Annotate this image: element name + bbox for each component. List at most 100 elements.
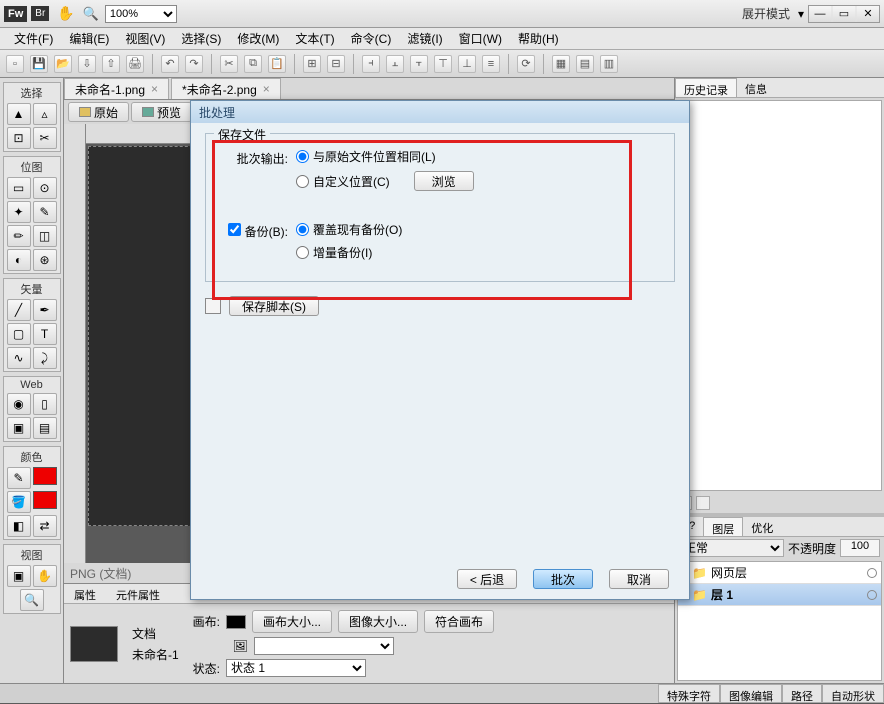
maximize-button[interactable]: ▭ <box>833 6 855 22</box>
eraser-tool[interactable]: ◫ <box>33 225 57 247</box>
subselect-tool[interactable]: ▵ <box>33 103 57 125</box>
info-tab[interactable]: 信息 <box>737 78 775 97</box>
backup-checkbox[interactable]: 备份(B): <box>228 225 288 239</box>
symbol-props-tab[interactable]: 元件属性 <box>106 584 170 603</box>
save-script-button[interactable]: 保存脚本(S) <box>229 296 319 316</box>
rotate-icon[interactable]: ⟳ <box>517 55 535 73</box>
hide-tool[interactable]: ▣ <box>7 417 31 439</box>
rect-tool[interactable]: ▢ <box>7 323 31 345</box>
opacity-value[interactable]: 100 <box>840 539 880 557</box>
layer-row-web[interactable]: ▾ 📁 网页层 <box>678 562 881 584</box>
export-icon[interactable]: ⇧ <box>102 55 120 73</box>
menu-select[interactable]: 选择(S) <box>173 27 229 50</box>
backup-incr-radio[interactable]: 增量备份(I) <box>296 244 402 261</box>
group-icon[interactable]: ⊞ <box>303 55 321 73</box>
zoom-select[interactable]: 100% <box>105 5 177 23</box>
screen-mode[interactable]: ▣ <box>7 565 31 587</box>
freeform-tool[interactable]: ∿ <box>7 347 31 369</box>
menu-view[interactable]: 视图(V) <box>117 27 173 50</box>
fit-canvas-button[interactable]: 符合画布 <box>424 610 494 633</box>
wand-tool[interactable]: ✦ <box>7 201 31 223</box>
output-same-radio[interactable]: 与原始文件位置相同(L) <box>296 148 474 165</box>
canvas-size-button[interactable]: 画布大小... <box>252 610 332 633</box>
arrange3-icon[interactable]: ▥ <box>600 55 618 73</box>
visibility-icon[interactable] <box>867 590 877 600</box>
brush-tool[interactable]: ✎ <box>33 201 57 223</box>
cut-icon[interactable]: ✂ <box>220 55 238 73</box>
optimize-tab[interactable]: 优化 <box>743 517 781 536</box>
swap-colors[interactable]: ⇄ <box>33 515 57 537</box>
undo-icon[interactable]: ↶ <box>161 55 179 73</box>
menu-help[interactable]: 帮助(H) <box>510 27 567 50</box>
browse-button[interactable]: 浏览 <box>414 171 474 191</box>
menu-window[interactable]: 窗口(W) <box>451 27 510 50</box>
import-icon[interactable]: ⇩ <box>78 55 96 73</box>
save-icon[interactable]: 💾 <box>30 55 48 73</box>
show-tool[interactable]: ▤ <box>33 417 57 439</box>
history-tab[interactable]: 历史记录 <box>675 78 737 97</box>
close-tab-icon[interactable]: × <box>151 82 158 96</box>
align5-icon[interactable]: ⊥ <box>458 55 476 73</box>
view-preview[interactable]: 预览 <box>131 102 192 122</box>
menu-commands[interactable]: 命令(C) <box>343 27 400 50</box>
open-icon[interactable]: 📂 <box>54 55 72 73</box>
gif-select[interactable] <box>254 637 394 655</box>
fill-color[interactable]: 🪣 <box>7 491 31 513</box>
menu-edit[interactable]: 编辑(E) <box>61 27 117 50</box>
arrange1-icon[interactable]: ▦ <box>552 55 570 73</box>
zoom-tool-icon[interactable]: 🔍 <box>83 6 99 22</box>
image-edit-tab[interactable]: 图像编辑 <box>720 684 782 703</box>
hotspot-tool[interactable]: ◉ <box>7 393 31 415</box>
blend-mode-select[interactable]: 正常 <box>679 539 784 557</box>
batch-button[interactable]: 批次 <box>533 569 593 589</box>
back-button[interactable]: < 后退 <box>457 569 517 589</box>
align4-icon[interactable]: ⊤ <box>434 55 452 73</box>
zoom-view[interactable]: 🔍 <box>20 589 44 611</box>
props-tab[interactable]: 属性 <box>64 584 106 603</box>
view-original[interactable]: 原始 <box>68 102 129 122</box>
path-tab[interactable]: 路径 <box>782 684 822 703</box>
menu-file[interactable]: 文件(F) <box>6 27 61 50</box>
hand-view[interactable]: ✋ <box>33 565 57 587</box>
redo-icon[interactable]: ↷ <box>185 55 203 73</box>
image-size-button[interactable]: 图像大小... <box>338 610 418 633</box>
cancel-button[interactable]: 取消 <box>609 569 669 589</box>
backup-overwrite-radio[interactable]: 覆盖现有备份(O) <box>296 221 402 238</box>
close-button[interactable]: ✕ <box>857 6 879 22</box>
marquee-tool[interactable]: ▭ <box>7 177 31 199</box>
menu-filters[interactable]: 滤镜(I) <box>399 27 450 50</box>
align2-icon[interactable]: ⫠ <box>386 55 404 73</box>
trash-icon[interactable] <box>696 496 710 510</box>
align3-icon[interactable]: ⫟ <box>410 55 428 73</box>
ungroup-icon[interactable]: ⊟ <box>327 55 345 73</box>
pointer-tool[interactable]: ▲ <box>7 103 31 125</box>
lasso-tool[interactable]: ⊙ <box>33 177 57 199</box>
slice-tool[interactable]: ▯ <box>33 393 57 415</box>
mode-chevron-icon[interactable]: ▾ <box>798 7 804 21</box>
canvas-color-swatch[interactable] <box>226 615 246 629</box>
copy-icon[interactable]: ⧉ <box>244 55 262 73</box>
layer-row-1[interactable]: ▾ 📁 层 1 <box>678 584 881 606</box>
blur-tool[interactable]: ◐ <box>7 249 31 271</box>
stroke-swatch[interactable] <box>33 467 57 485</box>
paste-icon[interactable]: 📋 <box>268 55 286 73</box>
print-icon[interactable]: 🖨 <box>126 55 144 73</box>
output-custom-radio[interactable]: 自定义位置(C) <box>296 173 390 190</box>
knife-tool[interactable]: ⤸ <box>33 347 57 369</box>
pencil-tool[interactable]: ✏ <box>7 225 31 247</box>
menu-modify[interactable]: 修改(M) <box>229 27 287 50</box>
special-chars-tab[interactable]: 特殊字符 <box>658 684 720 703</box>
auto-shape-tab[interactable]: 自动形状 <box>822 684 884 703</box>
doc-tab-1[interactable]: 未命名-1.png× <box>64 78 169 99</box>
pen-tool[interactable]: ✒ <box>33 299 57 321</box>
gif-icon[interactable]: 🖼 <box>233 639 248 653</box>
menu-text[interactable]: 文本(T) <box>287 27 342 50</box>
canvas[interactable] <box>88 146 198 526</box>
text-tool[interactable]: T <box>33 323 57 345</box>
stroke-color[interactable]: ✎ <box>7 467 31 489</box>
visibility-icon[interactable] <box>867 568 877 578</box>
scale-tool[interactable]: ⊡ <box>7 127 31 149</box>
arrange2-icon[interactable]: ▤ <box>576 55 594 73</box>
fill-swatch[interactable] <box>33 491 57 509</box>
line-tool[interactable]: ╱ <box>7 299 31 321</box>
